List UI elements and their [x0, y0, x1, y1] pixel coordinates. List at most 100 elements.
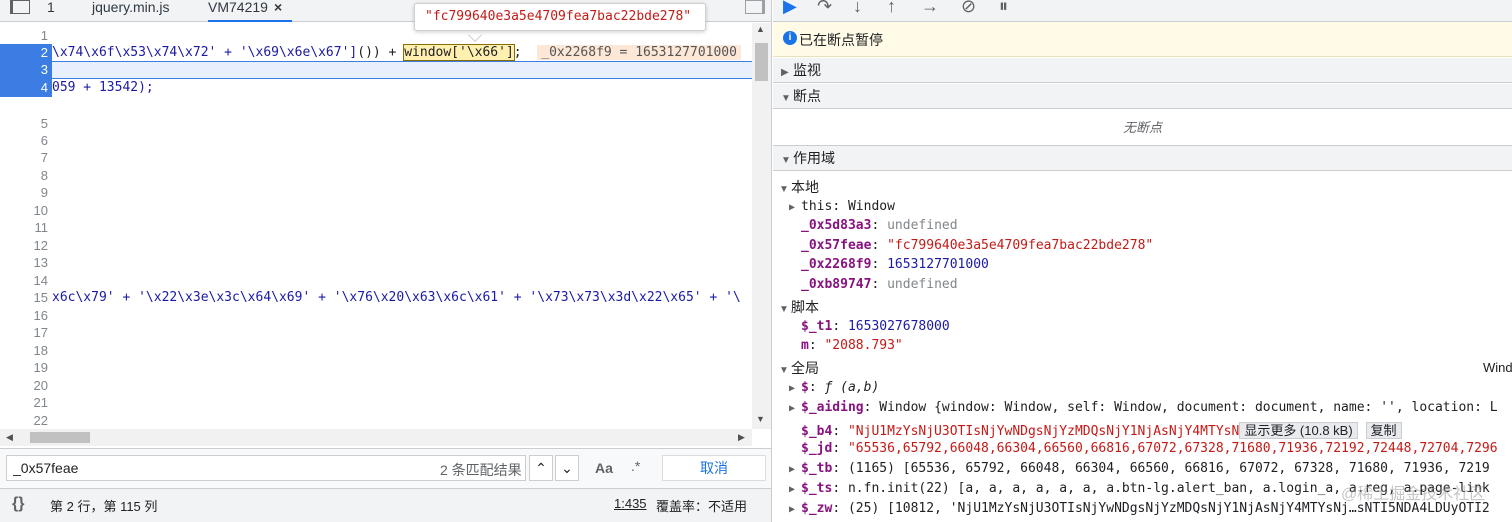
scope-property[interactable]: _0xb89747: undefined	[801, 277, 958, 292]
code-line-16[interactable]: x6c\x79' + '\x22\x3e\x3c\x64\x69' + '\x7…	[52, 289, 752, 307]
line-number[interactable]: 21	[0, 394, 52, 412]
property-separator: :	[808, 380, 825, 395]
close-icon[interactable]: ×	[274, 0, 282, 15]
line-number[interactable]: 18	[0, 342, 52, 360]
scope-property[interactable]: ▶ $_tb: (1165) [65536, 65792, 66048, 6630…	[789, 461, 1490, 476]
tab-vm74219[interactable]: VM74219 ×	[208, 0, 292, 22]
property-value: "NjU1MzYsNjU3OTIsNjYwNDgsNjYzMDQsNjY1NjA…	[847, 424, 1240, 439]
property-name: $_ts	[801, 481, 833, 496]
line-number[interactable]: 17	[0, 324, 52, 342]
line-number-breakpoint[interactable]: 4	[0, 79, 52, 97]
line-number[interactable]: 10	[0, 202, 52, 220]
line-number[interactable]: 6	[0, 132, 52, 150]
regex-button[interactable]: .*	[631, 458, 640, 474]
scope-property[interactable]: _0x5d83a3: undefined	[801, 218, 958, 233]
watch-section-header[interactable]: ▶ 监视	[773, 58, 1512, 83]
local-scope-header[interactable]: ▼ 本地	[779, 177, 819, 197]
chevron-down-icon: ⌄	[561, 460, 573, 476]
match-case-button[interactable]: Aa	[595, 460, 613, 476]
line-number[interactable]: 1	[0, 27, 52, 45]
script-scope-header[interactable]: ▼ 脚本	[779, 297, 819, 317]
line-number[interactable]: 22	[0, 412, 52, 429]
step-into-icon[interactable]: ↓	[853, 0, 862, 17]
line-number[interactable]: 7	[0, 149, 52, 167]
global-scope-header[interactable]: ▼ 全局	[779, 358, 819, 378]
vertical-scrollbar-thumb[interactable]	[755, 43, 768, 81]
global-scope-type: Windo	[1483, 360, 1512, 375]
line-number[interactable]: 11	[0, 219, 52, 237]
resume-icon[interactable]: ▶	[783, 0, 797, 17]
next-match-button[interactable]: ⌄	[555, 455, 579, 481]
property-separator: :	[832, 481, 848, 496]
line-number[interactable]: 5	[0, 115, 52, 133]
triangle-down-icon: ▼	[779, 184, 789, 195]
scope-property[interactable]: $_b4: "NjU1MzYsNjU3OTIsNjYwNDgsNjYzMDQsN…	[801, 420, 1402, 439]
tab-jquery[interactable]: jquery.min.js	[92, 0, 170, 22]
scroll-left-icon[interactable]: ◀	[6, 432, 13, 443]
property-name: _0x2268f9	[801, 257, 872, 272]
property-separator: :	[871, 238, 888, 253]
scope-property[interactable]: $_t1: 1653027678000	[801, 319, 950, 334]
value-popover[interactable]: "fc799640e3a5e4709fea7bac22bde278"	[414, 3, 706, 31]
tab-1[interactable]: 1	[47, 0, 55, 22]
scope-property[interactable]: ▶ $_aiding: Window {window: Window, self:…	[789, 400, 1498, 415]
code-text: ;	[513, 45, 530, 60]
local-scope-label: 本地	[791, 179, 819, 195]
line-number[interactable]: 8	[0, 167, 52, 185]
property-separator: :	[808, 338, 825, 353]
vertical-scrollbar[interactable]	[752, 23, 771, 429]
cancel-button[interactable]: 取消	[662, 455, 766, 481]
breakpoints-section-header[interactable]: ▼ 断点	[773, 84, 1512, 109]
code-line-2[interactable]: \x74\x6f\x53\x74\x72' + '\x69\x6e\x67'](…	[52, 44, 752, 62]
watch-label: 监视	[793, 62, 821, 78]
scroll-right-icon[interactable]: ▶	[738, 432, 745, 443]
property-name: $_jd	[801, 441, 833, 456]
scope-property[interactable]: _0x57feae: "fc799640e3a5e4709fea7bac22bd…	[801, 238, 1153, 253]
code-line-4[interactable]: 059 + 13542);	[52, 79, 752, 97]
scope-property[interactable]: ▶ $: ƒ (a,b)	[789, 380, 879, 395]
pretty-print-button[interactable]: {}	[12, 495, 24, 513]
pause-on-exceptions-icon[interactable]: ⏸	[999, 0, 1008, 17]
property-separator: :	[832, 199, 848, 214]
horizontal-scrollbar-thumb[interactable]	[30, 432, 90, 443]
property-separator: :	[871, 257, 888, 272]
scope-section-header[interactable]: ▼ 作用域	[773, 146, 1512, 171]
property-separator: :	[832, 441, 848, 456]
show-more-button[interactable]: 显示更多 (10.8 kB)	[1239, 422, 1358, 439]
scope-property[interactable]: _0x2268f9: 1653127701000	[801, 257, 989, 272]
previous-match-button[interactable]: ⌃	[529, 455, 553, 481]
scroll-down-icon[interactable]: ▼	[756, 414, 765, 424]
toggle-navigator-icon[interactable]	[10, 0, 30, 14]
scope-property[interactable]: $_jd: "65536,65792,66048,66304,66560,668…	[801, 441, 1498, 456]
hovered-expression[interactable]: window['\x66']	[403, 44, 515, 61]
line-number[interactable]: 19	[0, 359, 52, 377]
code-editor[interactable]: 1 2 3 4 5 6 7 8 9 10 11 12 13 14 15 16 1…	[0, 23, 752, 429]
step-icon[interactable]: →	[921, 0, 939, 17]
line-number[interactable]: 15	[0, 289, 52, 307]
deactivate-breakpoints-icon[interactable]: ⊘	[961, 0, 976, 17]
property-separator: :	[832, 319, 848, 334]
line-number-breakpoint[interactable]: 2	[0, 44, 52, 62]
line-number[interactable]: 9	[0, 184, 52, 202]
line-number[interactable]: 12	[0, 237, 52, 255]
property-value: "2088.793"	[824, 338, 903, 353]
property-separator: :	[832, 461, 848, 476]
source-location-link[interactable]: 1:435	[614, 496, 647, 511]
scope-property[interactable]: m: "2088.793"	[801, 338, 903, 353]
line-number[interactable]: 14	[0, 272, 52, 290]
copy-button[interactable]: 复制	[1365, 422, 1402, 439]
toggle-debugger-icon[interactable]	[745, 0, 765, 14]
line-number[interactable]: 20	[0, 377, 52, 395]
property-name: $_tb	[801, 461, 833, 476]
step-out-icon[interactable]: ↑	[887, 0, 896, 17]
paused-message: 已在断点暂停	[799, 32, 883, 48]
property-separator: :	[871, 218, 888, 233]
property-value: ƒ (a,b)	[824, 380, 880, 395]
horizontal-scrollbar[interactable]	[0, 429, 752, 446]
scroll-up-icon[interactable]: ▲	[756, 24, 765, 34]
step-over-icon[interactable]: ↷	[817, 0, 832, 17]
scope-property[interactable]: ▶ this: Window	[789, 199, 895, 214]
code-text: ()) +	[357, 45, 405, 60]
line-number[interactable]: 16	[0, 307, 52, 325]
line-number[interactable]: 13	[0, 254, 52, 272]
